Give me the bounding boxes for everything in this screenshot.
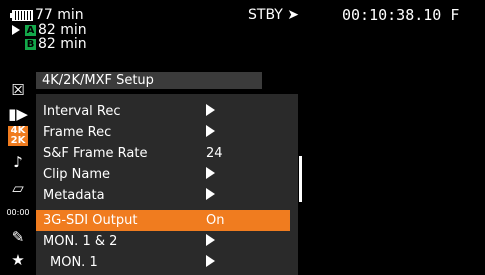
record-state: STBY ➤ xyxy=(248,8,299,22)
menu-item[interactable]: Clip Name xyxy=(36,164,290,185)
record-state-text: STBY xyxy=(248,7,283,23)
submenu-arrow-icon xyxy=(206,124,215,141)
menu-item[interactable]: Frame Rec xyxy=(36,122,290,143)
menu-item-label: Clip Name xyxy=(43,167,111,182)
4k2k-icon[interactable]: 4K 2K xyxy=(8,126,28,146)
slot-a-status: A 82 min xyxy=(12,23,87,37)
star-icon[interactable]: ★ xyxy=(8,250,28,270)
submenu-arrow-icon xyxy=(206,166,215,183)
timecode: 00:10:38.10 F xyxy=(342,6,460,24)
arrow-right-icon: ➤ xyxy=(287,7,300,23)
menu-item-label: Frame Rec xyxy=(43,125,112,140)
submenu-arrow-icon xyxy=(206,103,215,120)
menu-item-label: Metadata xyxy=(43,188,105,203)
menu-scrollbar[interactable] xyxy=(299,156,302,202)
slot-b-time: 82 min xyxy=(38,36,87,52)
menu-item[interactable]: MON. 1 & 2 xyxy=(36,231,290,252)
menu-item-label: MON. 1 xyxy=(50,255,98,270)
menu-item-value: 24 xyxy=(206,146,223,161)
menu-item-label: MON. 1 & 2 xyxy=(43,234,118,249)
camera-icon[interactable]: ▮▶ xyxy=(8,104,28,124)
menu-title: 4K/2K/MXF Setup xyxy=(36,72,262,89)
menu-item[interactable]: 3G-SDI Output On xyxy=(36,210,290,231)
menu-item[interactable]: Interval Rec xyxy=(36,101,290,122)
submenu-arrow-icon xyxy=(206,187,215,204)
wrench-icon[interactable]: ✎ xyxy=(8,227,28,247)
slot-b-status: B 82 min xyxy=(25,37,87,51)
slot-b-badge: B xyxy=(25,38,36,50)
audio-icon[interactable]: ♪ xyxy=(8,152,28,172)
battery-icon xyxy=(10,9,33,21)
battery-time: 77 min xyxy=(35,7,84,23)
slot-a-badge: A xyxy=(25,24,36,36)
menu-item[interactable]: MON. 1 xyxy=(36,252,290,273)
display-icon[interactable]: ▱ xyxy=(8,178,28,198)
menu-item-label: 3G-SDI Output xyxy=(43,213,138,228)
close-icon[interactable]: ☒ xyxy=(8,80,28,100)
submenu-arrow-icon xyxy=(206,233,215,250)
menu-item[interactable]: Metadata xyxy=(36,185,290,206)
battery-status: 77 min xyxy=(10,7,84,23)
menu-item-label: S&F Frame Rate xyxy=(43,146,148,161)
menu-item-label: Interval Rec xyxy=(43,104,121,119)
play-icon xyxy=(12,25,20,35)
tc-icon[interactable]: 00:00 xyxy=(6,202,29,222)
slot-a-time: 82 min xyxy=(38,22,87,38)
menu-item[interactable]: S&F Frame Rate 24 xyxy=(36,143,290,164)
submenu-arrow-icon xyxy=(206,254,215,271)
menu-item-value: On xyxy=(206,213,225,228)
